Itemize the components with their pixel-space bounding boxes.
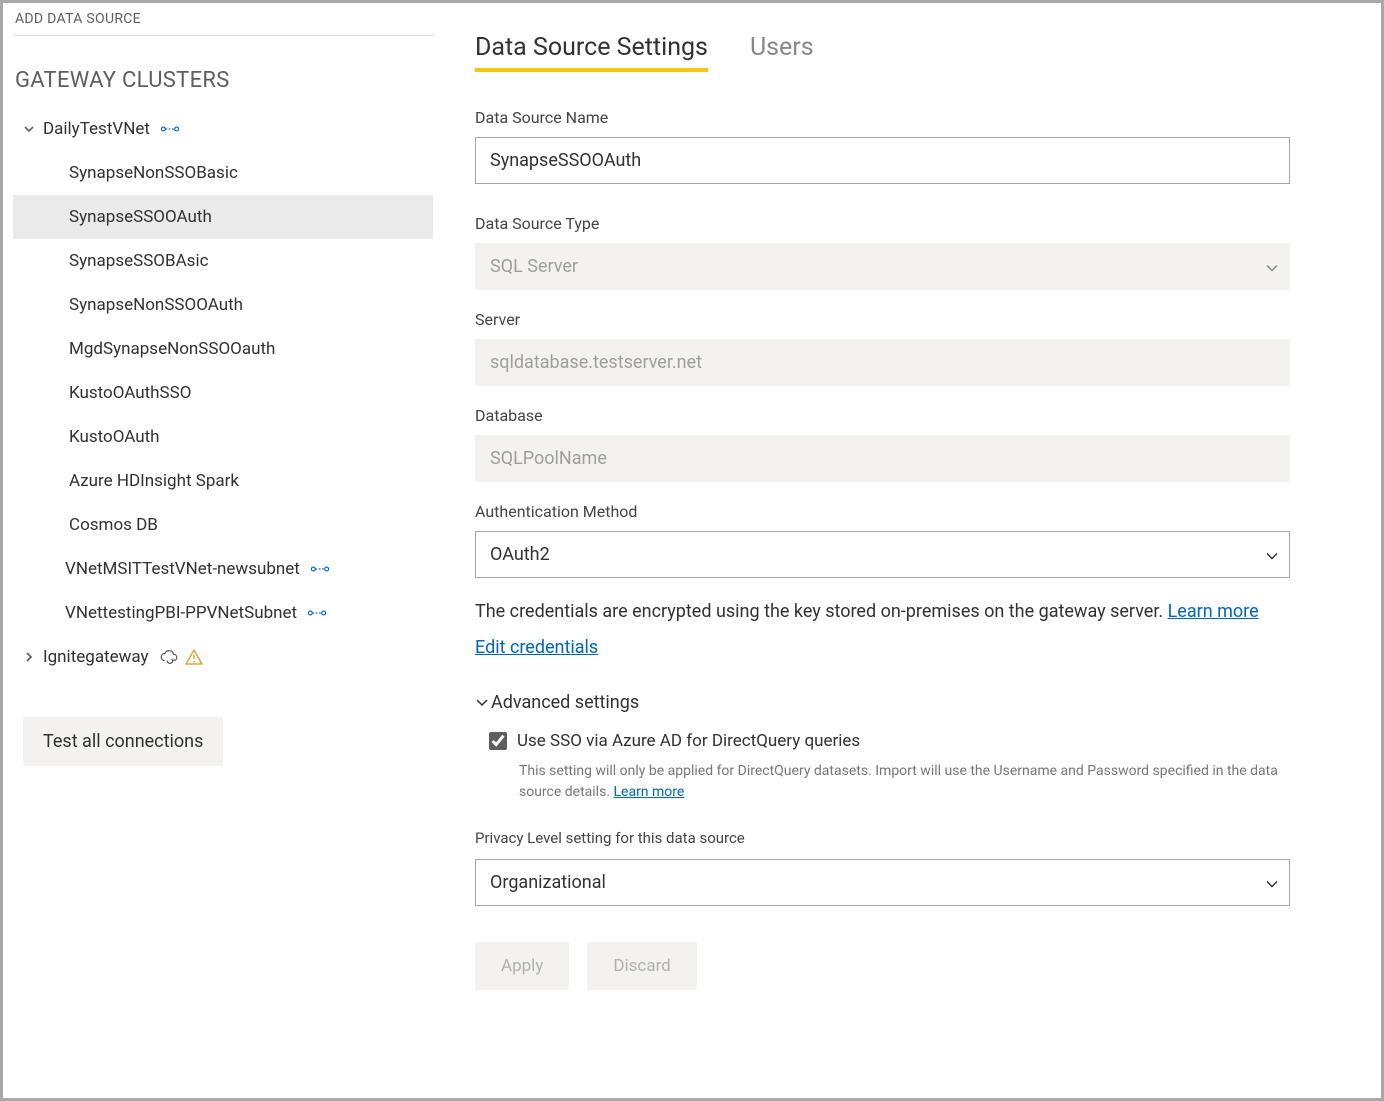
server-input: sqldatabase.testserver.net bbox=[475, 339, 1290, 386]
edit-credentials-link[interactable]: Edit credentials bbox=[475, 637, 598, 658]
sso-azuread-checkbox[interactable] bbox=[489, 732, 507, 750]
database-label: Database bbox=[475, 406, 1290, 425]
data-source-item[interactable]: SynapseSSOOAuth bbox=[13, 195, 433, 239]
data-source-item[interactable]: KustoOAuth bbox=[13, 415, 433, 459]
data-source-label: KustoOAuth bbox=[69, 427, 160, 447]
add-data-source-link[interactable]: ADD DATA SOURCE bbox=[13, 9, 435, 36]
data-source-item[interactable]: SynapseSSOBAsic bbox=[13, 239, 433, 283]
privacy-level-select[interactable]: Organizational bbox=[475, 859, 1290, 906]
auth-method-label: Authentication Method bbox=[475, 502, 1290, 521]
data-source-type-label: Data Source Type bbox=[475, 214, 1290, 233]
gateway-cluster-item[interactable]: VNetMSITTestVNet-newsubnet bbox=[13, 547, 433, 591]
gateway-cluster-item[interactable]: DailyTestVNet bbox=[13, 107, 433, 151]
server-label: Server bbox=[475, 310, 1290, 329]
data-source-label: SynapseSSOOAuth bbox=[69, 207, 212, 227]
data-source-label: Cosmos DB bbox=[69, 515, 158, 535]
tab-data-source-settings[interactable]: Data Source Settings bbox=[475, 33, 708, 72]
gateway-cluster-label: VNettestingPBI-PPVNetSubnet bbox=[65, 603, 297, 623]
chevron-right-icon[interactable] bbox=[19, 652, 39, 662]
gateway-sidebar: ADD DATA SOURCE GATEWAY CLUSTERS DailyTe… bbox=[3, 3, 433, 1098]
apply-button[interactable]: Apply bbox=[475, 942, 569, 990]
data-source-type-select: SQL Server bbox=[475, 243, 1290, 290]
data-source-label: Azure HDInsight Spark bbox=[69, 471, 239, 491]
network-icon bbox=[310, 562, 330, 576]
sso-azuread-checkbox-row[interactable]: Use SSO via Azure AD for DirectQuery que… bbox=[489, 731, 1290, 751]
tab-users[interactable]: Users bbox=[750, 33, 814, 72]
database-input: SQLPoolName bbox=[475, 435, 1290, 482]
data-source-item[interactable]: KustoOAuthSSO bbox=[13, 371, 433, 415]
chevron-down-icon[interactable] bbox=[1266, 545, 1278, 564]
gateway-cluster-label: Ignitegateway bbox=[43, 647, 149, 667]
cloud-sync-icon bbox=[159, 649, 179, 665]
auth-method-select[interactable]: OAuth2 bbox=[475, 531, 1290, 578]
advanced-settings-toggle[interactable]: Advanced settings bbox=[475, 692, 1290, 713]
network-icon bbox=[160, 122, 180, 136]
credentials-info-text: The credentials are encrypted using the … bbox=[475, 598, 1290, 625]
chevron-down-icon bbox=[1266, 257, 1278, 276]
data-source-label: SynapseNonSSOOAuth bbox=[69, 295, 243, 315]
data-source-item[interactable]: MgdSynapseNonSSOOauth bbox=[13, 327, 433, 371]
chevron-down-icon[interactable] bbox=[1266, 873, 1278, 892]
data-source-label: MgdSynapseNonSSOOauth bbox=[69, 339, 275, 359]
gateway-cluster-label: VNetMSITTestVNet-newsubnet bbox=[65, 559, 300, 579]
data-source-label: SynapseSSOBAsic bbox=[69, 251, 208, 271]
privacy-level-label: Privacy Level setting for this data sour… bbox=[475, 829, 1290, 847]
gateway-cluster-item[interactable]: Ignitegateway bbox=[13, 635, 433, 679]
data-source-label: SynapseNonSSOBasic bbox=[69, 163, 238, 183]
chevron-down-icon bbox=[475, 692, 489, 713]
warning-icon bbox=[185, 649, 203, 665]
test-all-connections-button[interactable]: Test all connections bbox=[23, 717, 223, 766]
data-source-settings-panel: Data Source Settings Users Data Source Na… bbox=[433, 3, 1381, 1098]
data-source-item[interactable]: Azure HDInsight Spark bbox=[13, 459, 433, 503]
sso-note-text: This setting will only be applied for Di… bbox=[519, 761, 1286, 803]
data-source-item[interactable]: SynapseNonSSOOAuth bbox=[13, 283, 433, 327]
gateway-clusters-title: GATEWAY CLUSTERS bbox=[13, 68, 433, 93]
sso-learn-more-link[interactable]: Learn more bbox=[613, 784, 684, 800]
gateway-cluster-item[interactable]: VNettestingPBI-PPVNetSubnet bbox=[13, 591, 433, 635]
gateway-cluster-label: DailyTestVNet bbox=[43, 119, 150, 139]
data-source-label: KustoOAuthSSO bbox=[69, 383, 191, 403]
data-source-name-label: Data Source Name bbox=[475, 108, 1290, 127]
discard-button[interactable]: Discard bbox=[587, 942, 696, 990]
data-source-item[interactable]: Cosmos DB bbox=[13, 503, 433, 547]
sso-azuread-label: Use SSO via Azure AD for DirectQuery que… bbox=[517, 731, 860, 751]
credentials-learn-more-link[interactable]: Learn more bbox=[1168, 601, 1259, 622]
data-source-item[interactable]: SynapseNonSSOBasic bbox=[13, 151, 433, 195]
chevron-down-icon[interactable] bbox=[19, 124, 39, 134]
network-icon bbox=[307, 606, 327, 620]
data-source-name-input[interactable] bbox=[475, 137, 1290, 184]
